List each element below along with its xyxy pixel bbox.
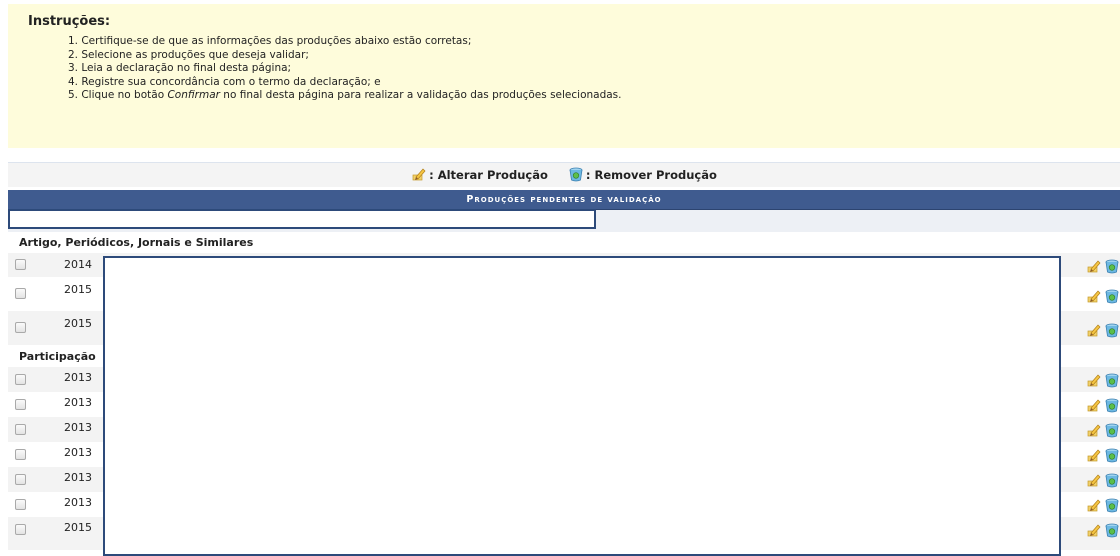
trash-remove-icon[interactable]: [1104, 522, 1120, 538]
row-actions: [1086, 258, 1120, 274]
row-select-checkbox[interactable]: [15, 449, 26, 460]
row-actions: [1086, 447, 1120, 463]
redacted-region-header: [8, 209, 596, 229]
pencil-edit-icon[interactable]: [1086, 497, 1102, 513]
row-year: 2013: [64, 496, 92, 509]
row-year: 2015: [64, 283, 92, 296]
row-select-checkbox[interactable]: [15, 288, 26, 299]
pencil-edit-icon[interactable]: [1086, 472, 1102, 488]
row-select-checkbox[interactable]: [15, 259, 26, 270]
instructions-list: 1. Certifique-se de que as informações d…: [28, 35, 1120, 103]
redacted-region-main: [103, 256, 1061, 556]
pencil-edit-icon: [411, 166, 427, 185]
row-year: 2013: [64, 446, 92, 459]
row-select-checkbox[interactable]: [15, 399, 26, 410]
row-actions: [1086, 522, 1120, 538]
row-actions: [1086, 288, 1120, 304]
pencil-edit-icon[interactable]: [1086, 372, 1102, 388]
row-year: 2015: [64, 317, 92, 330]
table-caption: Produções pendentes de validação: [8, 190, 1120, 210]
trash-remove-icon: [568, 166, 584, 185]
row-actions: [1086, 322, 1120, 338]
trash-remove-icon[interactable]: [1104, 472, 1120, 488]
pencil-edit-icon[interactable]: [1086, 422, 1102, 438]
row-actions: [1086, 472, 1120, 488]
trash-remove-icon[interactable]: [1104, 447, 1120, 463]
legend-edit: : Alterar Produção: [411, 166, 548, 185]
row-year: 2015: [64, 521, 92, 534]
row-actions: [1086, 372, 1120, 388]
row-actions: [1086, 422, 1120, 438]
group-header-articles: Artigo, Periódicos, Jornais e Similares: [8, 234, 1120, 251]
row-actions: [1086, 397, 1120, 413]
instruction-step-5-text-a: 5. Clique no botão: [68, 89, 168, 101]
trash-remove-icon[interactable]: [1104, 258, 1120, 274]
row-year: 2013: [64, 471, 92, 484]
row-year: 2014: [64, 258, 92, 271]
instruction-step-4: 4. Registre sua concordância com o termo…: [68, 75, 381, 88]
instruction-step-5-confirm: Confirmar: [167, 89, 220, 101]
instruction-step-5: 5. Clique no botão Confirmar no final de…: [68, 89, 1120, 103]
legend-edit-label: : Alterar Produção: [429, 168, 548, 182]
row-select-checkbox[interactable]: [15, 374, 26, 385]
row-select-checkbox[interactable]: [15, 524, 26, 535]
row-year: 2013: [64, 396, 92, 409]
legend-remove: : Remover Produção: [568, 166, 717, 185]
instruction-step-5-text-b: no final desta página para realizar a va…: [219, 89, 622, 101]
trash-remove-icon[interactable]: [1104, 322, 1120, 338]
row-select-checkbox[interactable]: [15, 499, 26, 510]
icon-legend: : Alterar Produção : Remover Produção: [8, 162, 1120, 187]
instruction-step-2: 2. Selecione as produções que deseja val…: [68, 48, 309, 61]
pencil-edit-icon[interactable]: [1086, 322, 1102, 338]
row-actions: [1086, 497, 1120, 513]
row-select-checkbox[interactable]: [15, 424, 26, 435]
legend-remove-label: : Remover Produção: [585, 168, 717, 182]
instructions-title: Instruções:: [28, 14, 111, 29]
instruction-step-1: 1. Certifique-se de que as informações d…: [68, 35, 472, 47]
instruction-step-3: 3. Leia a declaração no final desta pági…: [68, 62, 292, 74]
trash-remove-icon[interactable]: [1104, 422, 1120, 438]
pencil-edit-icon[interactable]: [1086, 397, 1102, 413]
row-select-checkbox[interactable]: [15, 322, 26, 333]
trash-remove-icon[interactable]: [1104, 288, 1120, 304]
row-select-checkbox[interactable]: [15, 474, 26, 485]
pencil-edit-icon[interactable]: [1086, 522, 1102, 538]
pencil-edit-icon[interactable]: [1086, 258, 1102, 274]
pencil-edit-icon[interactable]: [1086, 288, 1102, 304]
trash-remove-icon[interactable]: [1104, 397, 1120, 413]
trash-remove-icon[interactable]: [1104, 372, 1120, 388]
pencil-edit-icon[interactable]: [1086, 447, 1102, 463]
row-year: 2013: [64, 421, 92, 434]
trash-remove-icon[interactable]: [1104, 497, 1120, 513]
row-year: 2013: [64, 371, 92, 384]
instructions-box: Instruções: 1. Certifique-se de que as i…: [8, 4, 1120, 148]
